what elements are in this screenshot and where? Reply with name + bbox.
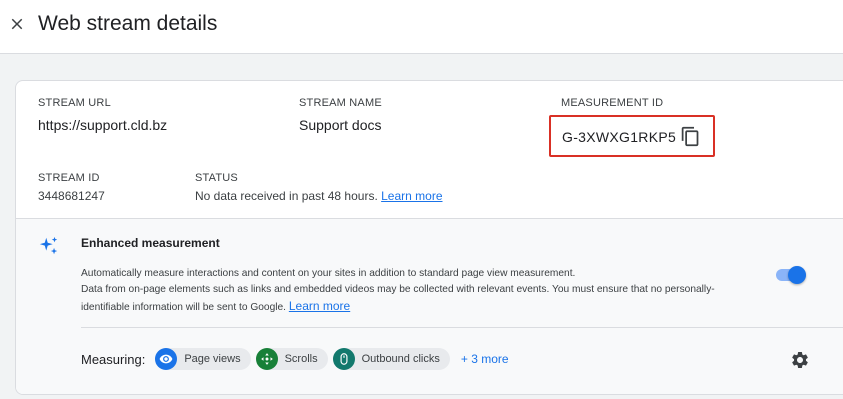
status-label: STATUS bbox=[195, 172, 238, 184]
gear-icon bbox=[792, 352, 808, 368]
mouse-icon bbox=[332, 348, 355, 370]
close-button[interactable] bbox=[4, 11, 30, 37]
chip-label: Scrolls bbox=[284, 353, 318, 365]
status-text: No data received in past 48 hours. bbox=[195, 189, 378, 203]
copy-button[interactable] bbox=[678, 124, 702, 148]
status-value: No data received in past 48 hours. Learn… bbox=[195, 189, 443, 203]
stream-name-value: Support docs bbox=[299, 117, 382, 133]
stream-id-label: STREAM ID bbox=[38, 172, 100, 184]
stream-details-section: STREAM URL https://support.cld.bz STREAM… bbox=[16, 81, 843, 218]
eye-icon bbox=[155, 348, 178, 370]
page-title: Web stream details bbox=[38, 12, 218, 35]
measuring-label: Measuring: bbox=[81, 351, 146, 367]
more-link[interactable]: + 3 more bbox=[461, 352, 509, 366]
toggle-thumb bbox=[788, 266, 806, 284]
enhanced-measurement-title: Enhanced measurement bbox=[81, 236, 220, 250]
chip-outbound-clicks[interactable]: Outbound clicks bbox=[332, 348, 450, 370]
copy-icon bbox=[681, 126, 698, 146]
description-line-3-text: identifiable information will be sent to… bbox=[81, 302, 286, 313]
stream-id-value: 3448681247 bbox=[38, 189, 105, 203]
enhanced-measurement-toggle[interactable] bbox=[774, 266, 808, 284]
measuring-row: Measuring: Page views Scrolls Outbound c… bbox=[81, 348, 509, 370]
description-line-1: Automatically measure interactions and c… bbox=[81, 268, 576, 279]
stream-name-label: STREAM NAME bbox=[299, 97, 382, 109]
stream-url-label: STREAM URL bbox=[38, 97, 111, 109]
stream-url-value: https://support.cld.bz bbox=[38, 117, 168, 133]
enhanced-measurement-section: Enhanced measurement Automatically measu… bbox=[16, 218, 843, 394]
chip-scrolls[interactable]: Scrolls bbox=[255, 348, 328, 370]
settings-button[interactable] bbox=[790, 350, 810, 370]
stream-details-card: STREAM URL https://support.cld.bz STREAM… bbox=[15, 80, 843, 395]
enhanced-learn-more-link[interactable]: Learn more bbox=[289, 299, 350, 313]
chip-label: Page views bbox=[184, 353, 241, 365]
divider bbox=[81, 327, 843, 328]
description-line-3: identifiable information will be sent to… bbox=[81, 298, 781, 316]
close-icon bbox=[11, 18, 23, 30]
chip-label: Outbound clicks bbox=[361, 353, 440, 365]
sparkle-icon bbox=[39, 236, 58, 255]
enhanced-measurement-description: Automatically measure interactions and c… bbox=[81, 266, 781, 316]
measurement-id-value[interactable]: G-3XWXG1RKP5 bbox=[562, 129, 676, 145]
description-line-2: Data from on-page elements such as links… bbox=[81, 284, 715, 295]
chip-page-views[interactable]: Page views bbox=[155, 348, 251, 370]
measurement-id-highlight: G-3XWXG1RKP5 bbox=[549, 115, 715, 157]
top-bar: Web stream details bbox=[0, 0, 843, 54]
scroll-icon bbox=[255, 348, 278, 370]
status-learn-more-link[interactable]: Learn more bbox=[381, 189, 442, 203]
measurement-id-label: MEASUREMENT ID bbox=[561, 97, 664, 109]
